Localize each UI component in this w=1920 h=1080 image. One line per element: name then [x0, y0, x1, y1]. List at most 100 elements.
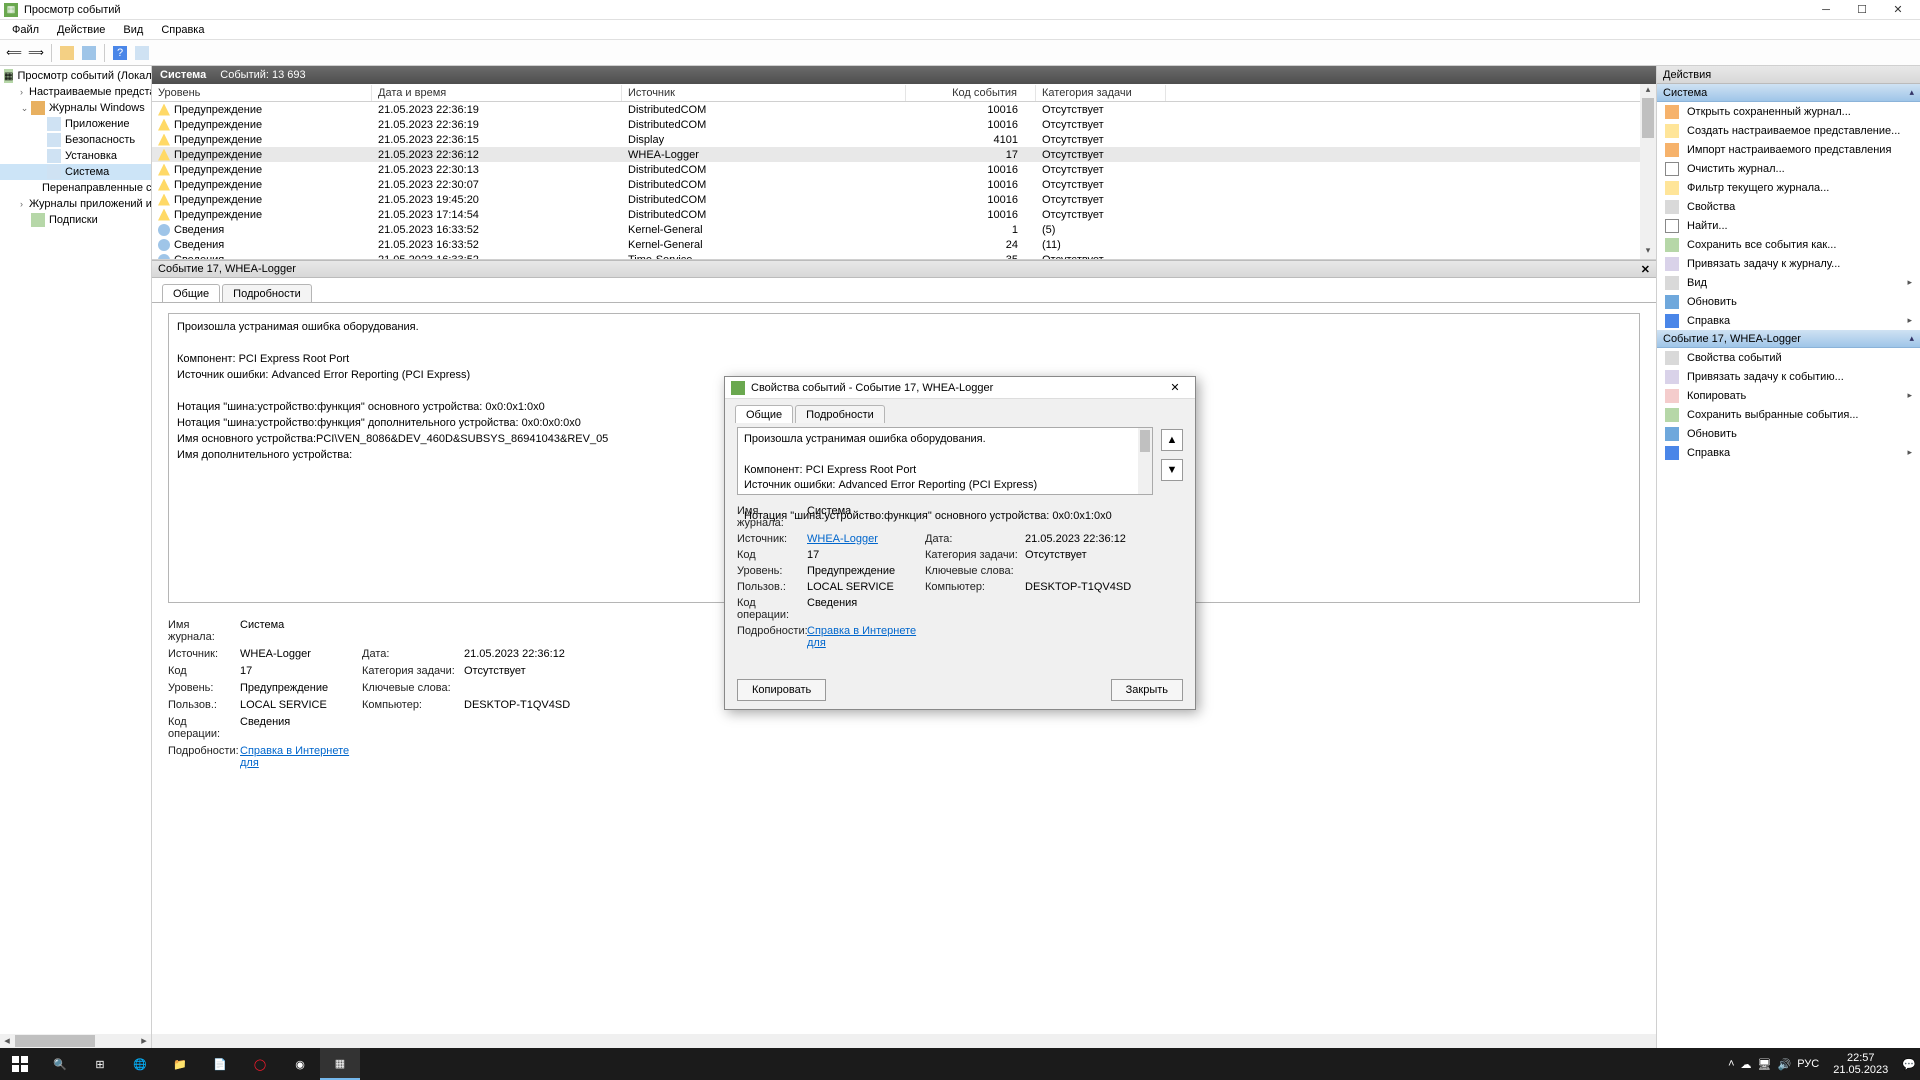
table-row[interactable]: Предупреждение21.05.2023 22:30:07Distrib…: [152, 177, 1640, 192]
tree-item[interactable]: ⌄Журналы Windows: [0, 100, 151, 116]
menu-view[interactable]: Вид: [115, 22, 151, 38]
dialog-online-help-link[interactable]: Справка в Интернете для: [807, 625, 916, 649]
save-icon: [1665, 238, 1679, 252]
action-item[interactable]: Фильтр текущего журнала...: [1657, 178, 1920, 197]
warning-icon: [158, 164, 170, 176]
table-row[interactable]: Предупреждение21.05.2023 22:36:19Distrib…: [152, 117, 1640, 132]
dialog-tab-general[interactable]: Общие: [735, 405, 793, 423]
action-item[interactable]: Обновить: [1657, 424, 1920, 443]
start-button[interactable]: [0, 1048, 40, 1080]
action-item[interactable]: Привязать задачу к журналу...: [1657, 254, 1920, 273]
center-hscrollbar[interactable]: [152, 1034, 1656, 1048]
table-row[interactable]: Сведения21.05.2023 16:33:52Kernel-Genera…: [152, 237, 1640, 252]
tray-volume-icon[interactable]: 🔊: [1778, 1058, 1792, 1071]
table-row[interactable]: Предупреждение21.05.2023 19:45:20Distrib…: [152, 192, 1640, 207]
table-row[interactable]: Предупреждение21.05.2023 17:14:54Distrib…: [152, 207, 1640, 222]
eventvwr-taskbar-button[interactable]: ▦: [320, 1048, 360, 1080]
warning-icon: [158, 134, 170, 146]
tray-cloud-icon[interactable]: ☁: [1741, 1058, 1752, 1071]
tree-item[interactable]: Установка: [0, 148, 151, 164]
minimize-button[interactable]: ─: [1808, 1, 1844, 19]
table-row[interactable]: Сведения21.05.2023 16:33:52Time-Service3…: [152, 252, 1640, 259]
grid-vscrollbar[interactable]: ▴▾: [1640, 84, 1656, 259]
toolbar-help-button[interactable]: ?: [110, 43, 130, 63]
action-item[interactable]: Привязать задачу к событию...: [1657, 367, 1920, 386]
action-item[interactable]: Свойства событий: [1657, 348, 1920, 367]
action-item[interactable]: Сохранить все события как...: [1657, 235, 1920, 254]
tray-notifications-icon[interactable]: 💬: [1902, 1058, 1916, 1071]
explorer-button[interactable]: 📁: [160, 1048, 200, 1080]
dialog-msg-scrollbar[interactable]: [1138, 428, 1152, 494]
tree-item[interactable]: Система: [0, 164, 151, 180]
tree-item[interactable]: Подписки: [0, 212, 151, 228]
action-item[interactable]: Создать настраиваемое представление...: [1657, 121, 1920, 140]
titlebar: ▦ Просмотр событий ─ ☐ ✕: [0, 0, 1920, 20]
tray-lang[interactable]: РУС: [1797, 1058, 1819, 1070]
tree-hscrollbar[interactable]: ◂▸: [0, 1034, 151, 1048]
toolbar-view2-button[interactable]: [132, 43, 152, 63]
nav-forward-button[interactable]: ⟹: [26, 43, 46, 63]
tab-details[interactable]: Подробности: [222, 284, 312, 303]
table-row[interactable]: Предупреждение21.05.2023 22:36:19Distrib…: [152, 102, 1640, 117]
tree-root[interactable]: ▦ Просмотр событий (Локальный): [0, 68, 151, 84]
detail-close-button[interactable]: ✕: [1641, 263, 1650, 276]
action-item[interactable]: Копировать▸: [1657, 386, 1920, 405]
edge-button[interactable]: 🌐: [120, 1048, 160, 1080]
dialog-prev-button[interactable]: ▲: [1161, 429, 1183, 451]
toolbar-showpane-button[interactable]: [57, 43, 77, 63]
taskview-button[interactable]: ⊞: [80, 1048, 120, 1080]
steam-button[interactable]: ◉: [280, 1048, 320, 1080]
detail-header: Событие 17, WHEA-Logger ✕: [152, 260, 1656, 278]
action-item[interactable]: Найти...: [1657, 216, 1920, 235]
table-row[interactable]: Предупреждение21.05.2023 22:36:15Display…: [152, 132, 1640, 147]
dialog-close-button[interactable]: ✕: [1161, 381, 1189, 394]
taskbar-clock[interactable]: 22:5721.05.2023: [1825, 1052, 1896, 1076]
tray-network-icon[interactable]: 🖥: [1758, 1058, 1772, 1071]
action-item[interactable]: Импорт настраиваемого представления: [1657, 140, 1920, 159]
opera-button[interactable]: ◯: [240, 1048, 280, 1080]
tree-item[interactable]: Приложение: [0, 116, 151, 132]
close-button[interactable]: ✕: [1880, 1, 1916, 19]
menu-file[interactable]: Файл: [4, 22, 47, 38]
tree-item[interactable]: Перенаправленные события: [0, 180, 151, 196]
dialog-message: Произошла устранимая ошибка оборудования…: [737, 427, 1153, 495]
tree-item[interactable]: ›Журналы приложений и служб: [0, 196, 151, 212]
tree-item[interactable]: ›Настраиваемые представления: [0, 84, 151, 100]
dialog-tab-details[interactable]: Подробности: [795, 405, 885, 423]
action-item[interactable]: Очистить журнал...: [1657, 159, 1920, 178]
actions-section-system[interactable]: Система▴: [1657, 84, 1920, 102]
props-icon: [1665, 200, 1679, 214]
warning-icon: [158, 194, 170, 206]
tray-chevron-icon[interactable]: ˄: [1728, 1058, 1734, 1070]
action-item[interactable]: Сохранить выбранные события...: [1657, 405, 1920, 424]
nav-back-button[interactable]: ⟸: [4, 43, 24, 63]
table-row[interactable]: Сведения21.05.2023 16:33:52Kernel-Genera…: [152, 222, 1640, 237]
dialog-close-button-2[interactable]: Закрыть: [1111, 679, 1183, 701]
action-item[interactable]: Обновить: [1657, 292, 1920, 311]
action-item[interactable]: Справка▸: [1657, 443, 1920, 462]
warning-icon: [158, 179, 170, 191]
actions-section-event[interactable]: Событие 17, WHEA-Logger▴: [1657, 330, 1920, 348]
action-item[interactable]: Открыть сохраненный журнал...: [1657, 102, 1920, 121]
action-item[interactable]: Свойства: [1657, 197, 1920, 216]
refresh-icon: [1665, 427, 1679, 441]
tree-item[interactable]: Безопасность: [0, 132, 151, 148]
table-row[interactable]: Предупреждение21.05.2023 22:36:12WHEA-Lo…: [152, 147, 1640, 162]
menu-action[interactable]: Действие: [49, 22, 113, 38]
notepad-button[interactable]: 📄: [200, 1048, 240, 1080]
menu-help[interactable]: Справка: [153, 22, 212, 38]
taskbar: 🔍 ⊞ 🌐 📁 📄 ◯ ◉ ▦ ˄ ☁ 🖥 🔊 РУС 22:5721.05.2…: [0, 1048, 1920, 1080]
tab-general[interactable]: Общие: [162, 284, 220, 303]
toolbar-view1-button[interactable]: [79, 43, 99, 63]
search-button[interactable]: 🔍: [40, 1048, 80, 1080]
action-item[interactable]: Справка▸: [1657, 311, 1920, 330]
dialog-copy-button[interactable]: Копировать: [737, 679, 826, 701]
action-item[interactable]: Вид▸: [1657, 273, 1920, 292]
chevron-right-icon: ▸: [1907, 277, 1912, 288]
navigation-tree: ▦ Просмотр событий (Локальный) ›Настраив…: [0, 66, 152, 1048]
online-help-link[interactable]: Справка в Интернете для: [240, 745, 349, 769]
grid-header[interactable]: Уровень Дата и время Источник Код событи…: [152, 84, 1640, 102]
dialog-next-button[interactable]: ▼: [1161, 459, 1183, 481]
table-row[interactable]: Предупреждение21.05.2023 22:30:13Distrib…: [152, 162, 1640, 177]
maximize-button[interactable]: ☐: [1844, 1, 1880, 19]
